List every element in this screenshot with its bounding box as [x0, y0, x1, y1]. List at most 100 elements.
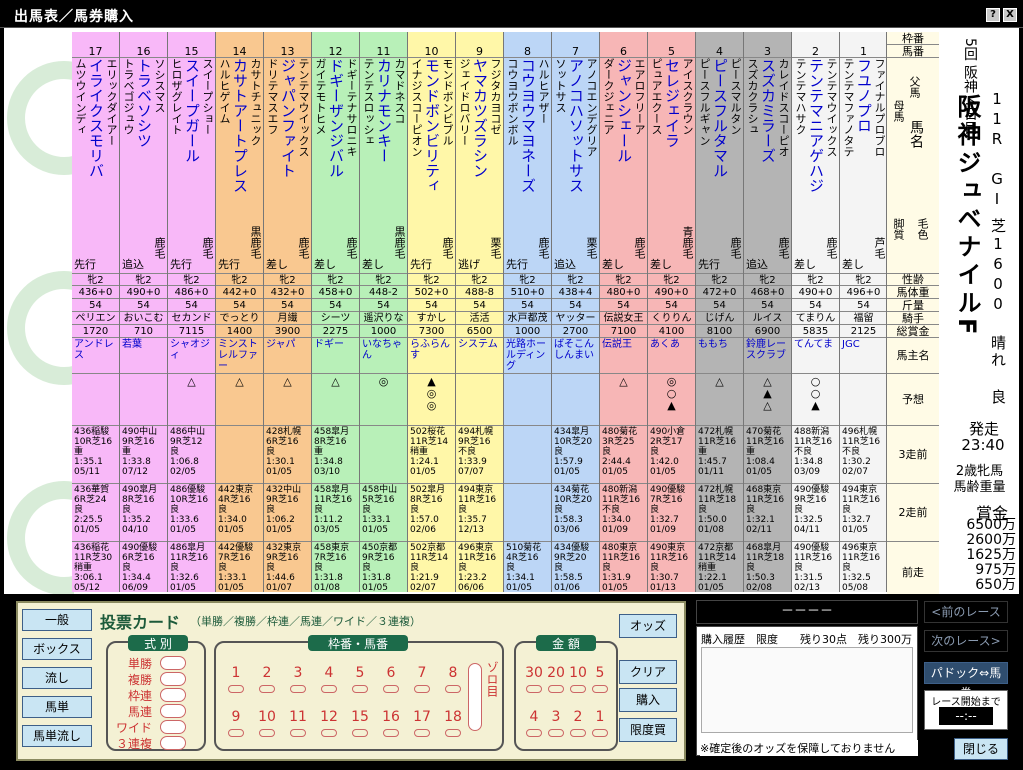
shiki-checkbox[interactable] — [160, 704, 186, 718]
next-race-button[interactable]: 次のレース> — [924, 630, 1008, 652]
shiki-checkbox[interactable] — [160, 656, 186, 670]
bet-mode-button[interactable]: 馬単流し — [22, 725, 92, 747]
horse-name[interactable]: ヤマカツズラシン — [471, 58, 489, 178]
select-button[interactable]: 17 — [412, 709, 432, 737]
horse-name[interactable]: コウヨウマヨネーズ — [519, 58, 537, 193]
jockey: 月繊 — [264, 312, 311, 325]
horse-name[interactable]: ジャンシェール — [615, 58, 633, 163]
horse-column[interactable]: 2 テンテマウイックス テンテマニアゲハジ テンテマハサク 差し 鹿毛 牝2 490+0 54 て… — [792, 32, 840, 593]
running-style: 追込 — [122, 258, 144, 271]
horse-name[interactable]: フユノプロ — [855, 58, 873, 133]
close-window-button[interactable]: X — [1003, 8, 1017, 22]
running-style: 差し — [842, 258, 864, 271]
body-weight: 438+4 — [552, 286, 599, 299]
betting-card: 投票カード （単勝／複勝／枠連／馬連／ワイド／３連複） 式 別 単勝 複勝 枠連 馬連… — [16, 601, 686, 761]
prediction-marks — [504, 374, 551, 426]
horse-column[interactable]: 10 モンドボンビブル モンドボンビリティ イナジスコーピオン 先行 鹿毛 牝2 502+0 5… — [408, 32, 456, 593]
horse-column[interactable]: 9 フジタカヨコゼ ヤマカツズラシン ジェイドロバリー 逃げ 栗毛 牝2 488-8 54 活活 6… — [456, 32, 504, 593]
horse-column[interactable]: 5 アイスクラウン セレジェイラ ピュアエクース 差し 青鹿毛 牝2 490+0 54 くりりん 4… — [648, 32, 696, 593]
select-button[interactable]: 1 — [590, 709, 610, 737]
select-button[interactable]: 4 — [524, 709, 544, 737]
select-button[interactable]: 4 — [319, 665, 339, 693]
select-button[interactable]: 5 — [350, 665, 370, 693]
shiki-checkbox[interactable] — [160, 736, 186, 750]
horse-column[interactable]: 3 カレイドスコーピオ スズカミラーズ スズカクラシュ 追込 鹿毛 牝2 468+0 54 ルイス… — [744, 32, 792, 593]
horse-column[interactable]: 1 ファイナルプロブロ フユノプロ テンテマファノタテ 差し 芦毛 牝2 496+0 54 福留 2… — [840, 32, 888, 593]
horse-column[interactable]: 16 ソシスマス トラベソシツ トラベゴジュウ 追込 鹿毛 牝2 490+0 54 おいこむ 710… — [120, 32, 168, 593]
horse-name[interactable]: ドギーザンジバル — [327, 58, 345, 178]
horse-name[interactable]: カリナモンキー — [375, 58, 393, 163]
select-button[interactable]: 30 — [524, 665, 544, 693]
bet-mode-button[interactable]: 流し — [22, 667, 92, 689]
select-button[interactable]: 11 — [288, 709, 308, 737]
shiki-option[interactable]: 単勝 — [112, 655, 202, 671]
select-button[interactable]: 18 — [443, 709, 463, 737]
horse-name[interactable]: スイープガール — [183, 58, 201, 163]
select-button[interactable]: 3 — [288, 665, 308, 693]
shiki-checkbox[interactable] — [160, 720, 186, 734]
shiki-checkbox[interactable] — [160, 688, 186, 702]
select-button[interactable]: 15 — [350, 709, 370, 737]
horse-name[interactable]: ピースフルタマル — [711, 58, 729, 178]
buy-button[interactable]: 購入 — [619, 688, 677, 712]
horse-column[interactable]: 13 テンテマウイックス ジャパンファイト ドリテマスエフ 差し 鹿毛 牝2 432+0 54 月… — [264, 32, 312, 593]
shiki-checkbox[interactable] — [160, 672, 186, 686]
horse-name[interactable]: テンテマニアゲハジ — [807, 58, 825, 193]
clear-button[interactable]: クリア — [619, 660, 677, 684]
select-button[interactable]: 8 — [443, 665, 463, 693]
horse-name[interactable]: アノコハソットサス — [567, 58, 585, 193]
horse-column[interactable]: 12 ドギーテナサロニキ ドギーザンジバル ガイテモトヒメ 差し 鹿毛 牝2 458+0 54 シ… — [312, 32, 360, 593]
horse-name[interactable]: トラベソシツ — [135, 58, 153, 148]
select-button[interactable]: 7 — [412, 665, 432, 693]
select-button[interactable]: 5 — [590, 665, 610, 693]
horse-name[interactable]: カサトアートプレス — [231, 58, 249, 193]
bet-mode-button[interactable]: 一般 — [22, 609, 92, 631]
shiki-option[interactable]: 複勝 — [112, 671, 202, 687]
limit-buy-button[interactable]: 限度買 — [619, 718, 677, 742]
total-prize: 1720 — [72, 325, 119, 338]
help-button[interactable]: ? — [986, 8, 1000, 22]
horse-name[interactable]: セレジェイラ — [663, 58, 681, 148]
zoro-toggle[interactable] — [468, 663, 482, 731]
horse-column[interactable]: 4 ピースマルタン ピースフルタマル ピースフルギャン 先行 鹿毛 牝2 472+0 54 じげん… — [696, 32, 744, 593]
select-button[interactable]: 16 — [381, 709, 401, 737]
select-button[interactable]: 12 — [319, 709, 339, 737]
shiki-option[interactable]: ワイド — [112, 719, 202, 735]
horse-column[interactable]: 17 エリックダイアー イライクスモリバ ムツウインディ 先行 牝2 436+0 54 ペリエン… — [72, 32, 120, 593]
horse-name[interactable]: イライクスモリバ — [87, 58, 105, 178]
horse-column[interactable]: 11 カマドネスコ カリナモンキー テンテスロッシェ 差し 黒鹿毛 牝2 448-2 54 遥沢り… — [360, 32, 408, 593]
prediction-marks: ◎ ○ ▲ — [648, 374, 695, 426]
shiki-option[interactable]: 馬連 — [112, 703, 202, 719]
close-button[interactable]: 閉じる — [954, 738, 1008, 760]
select-button[interactable]: 10 — [568, 665, 588, 693]
horse-column[interactable]: 15 スイープショー スイープガール ヒロザグレイト 先行 鹿毛 牝2 486+0 54 セカンド… — [168, 32, 216, 593]
shiki-option[interactable]: ３連複 — [112, 735, 202, 751]
select-button[interactable]: 2 — [568, 709, 588, 737]
history-entries[interactable] — [701, 647, 913, 733]
select-button[interactable]: 2 — [257, 665, 277, 693]
horse-name[interactable]: モンドボンビリティ — [423, 58, 441, 193]
horse-column[interactable]: 6 エアロフリーア ジャンシェール ダークジェニア 差し 鹿毛 牝2 480+0 54 伝説女王 7… — [600, 32, 648, 593]
prev-race-button[interactable]: <前のレース — [924, 601, 1008, 623]
bet-mode-button[interactable]: ボックス — [22, 638, 92, 660]
past-race-r3: 490中山 9R芝16 重 1:33.8 07/12 — [120, 426, 167, 484]
bet-mode-button[interactable]: 馬単 — [22, 696, 92, 718]
select-button[interactable]: 20 — [546, 665, 566, 693]
horse-column[interactable]: 14 カサトチュニック カサトアートプレス ハルヒゲイム 先行 黒鹿毛 牝2 442+0 54 で… — [216, 32, 264, 593]
history-list[interactable]: 購入履歴 限度 残り30点 残り300万 — [696, 626, 918, 756]
select-button[interactable]: 10 — [257, 709, 277, 737]
horse-name[interactable]: ジャパンファイト — [279, 58, 297, 178]
select-number: 6 — [386, 665, 396, 681]
select-button[interactable]: 1 — [226, 665, 246, 693]
paddock-toggle-button[interactable]: パドック⇔馬券 — [924, 662, 1008, 700]
horse-name[interactable]: スズカミラーズ — [759, 58, 777, 163]
select-button[interactable]: 6 — [381, 665, 401, 693]
odds-button[interactable]: オッズ — [619, 614, 677, 638]
handicap-weight: 54 — [72, 299, 119, 312]
select-button[interactable]: 3 — [546, 709, 566, 737]
horse-column[interactable]: 7 アノコエンデグリア アノコハソットサス ソットサス 追込 栗毛 牝2 438+4 54 ヤッタ… — [552, 32, 600, 593]
select-button[interactable]: 9 — [226, 709, 246, 737]
horse-column[interactable]: 8 ハルヒアザー コウヨウマヨネーズ コウヨウボンボル 先行 鹿毛 牝2 510+0 54 水戸都… — [504, 32, 552, 593]
label-r3: 3走前 — [887, 426, 939, 484]
shiki-option[interactable]: 枠連 — [112, 687, 202, 703]
